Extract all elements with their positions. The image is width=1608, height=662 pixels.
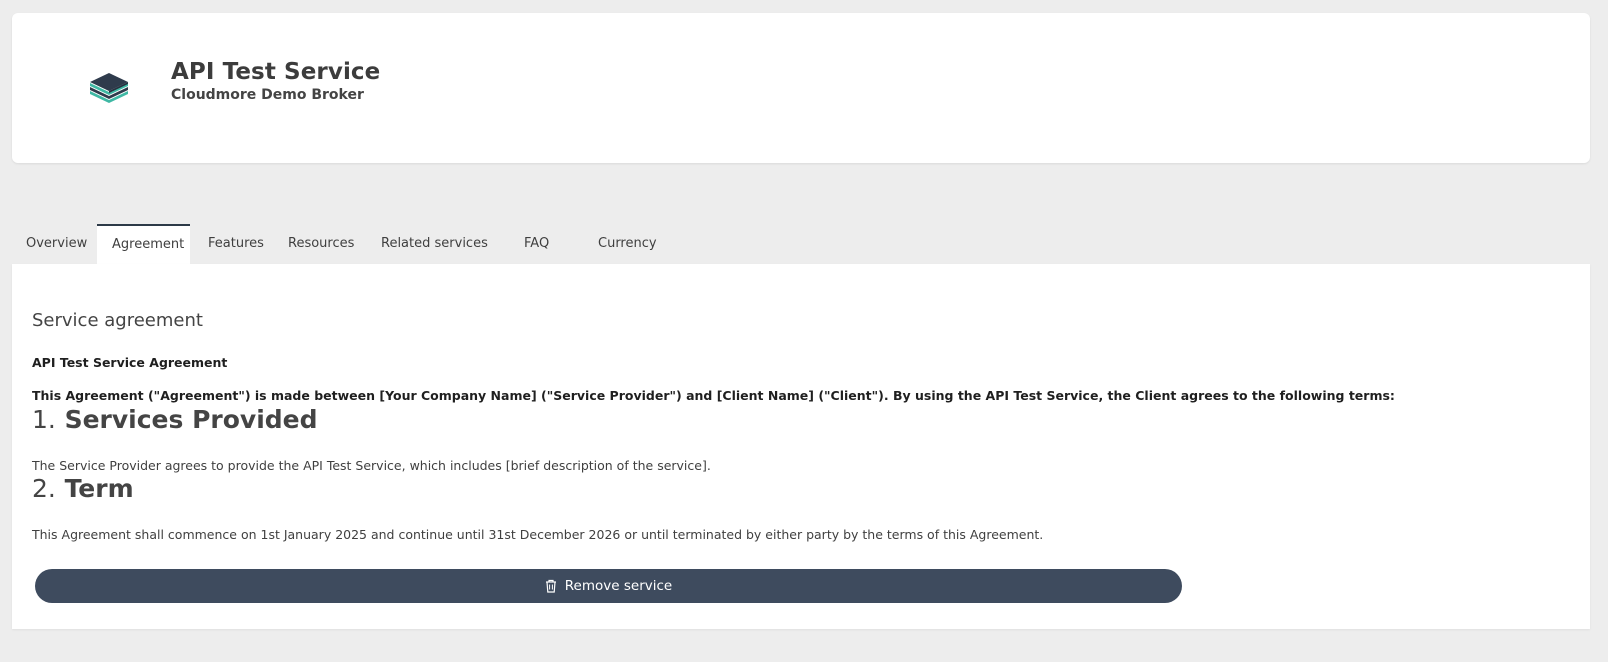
- clause-title: Term: [64, 474, 134, 503]
- agreement-title: API Test Service Agreement: [32, 355, 228, 370]
- clause-number: 1.: [32, 405, 56, 434]
- service-provider-name: Cloudmore Demo Broker: [171, 87, 364, 103]
- clause-heading: 1. Services Provided: [32, 405, 318, 434]
- agreement-intro: This Agreement ("Agreement") is made bet…: [32, 388, 1395, 403]
- tab-overview[interactable]: Overview: [12, 224, 97, 264]
- agreement-panel: Service agreement API Test Service Agree…: [12, 264, 1590, 629]
- tab-faq[interactable]: FAQ: [494, 224, 578, 264]
- tab-resources[interactable]: Resources: [275, 224, 369, 264]
- service-title: API Test Service: [171, 59, 381, 85]
- clause-heading: 2. Term: [32, 474, 134, 503]
- trash-icon: [545, 579, 556, 593]
- tab-related-services[interactable]: Related services: [369, 224, 494, 264]
- clause-title: Services Provided: [64, 405, 318, 434]
- layers-stack-icon: [90, 73, 128, 103]
- tab-currency[interactable]: Currency: [578, 224, 668, 264]
- clause-text: This Agreement shall commence on 1st Jan…: [32, 527, 1044, 542]
- clause-text: The Service Provider agrees to provide t…: [32, 458, 711, 473]
- tab-agreement[interactable]: Agreement: [97, 224, 190, 264]
- remove-service-button[interactable]: Remove service: [35, 569, 1182, 603]
- remove-service-label: Remove service: [564, 578, 673, 594]
- section-heading: Service agreement: [32, 310, 203, 331]
- service-tabs: Overview Agreement Features Resources Re…: [12, 224, 668, 264]
- service-header-card: API Test Service Cloudmore Demo Broker: [12, 13, 1590, 163]
- clause-number: 2.: [32, 474, 56, 503]
- tab-features[interactable]: Features: [190, 224, 275, 264]
